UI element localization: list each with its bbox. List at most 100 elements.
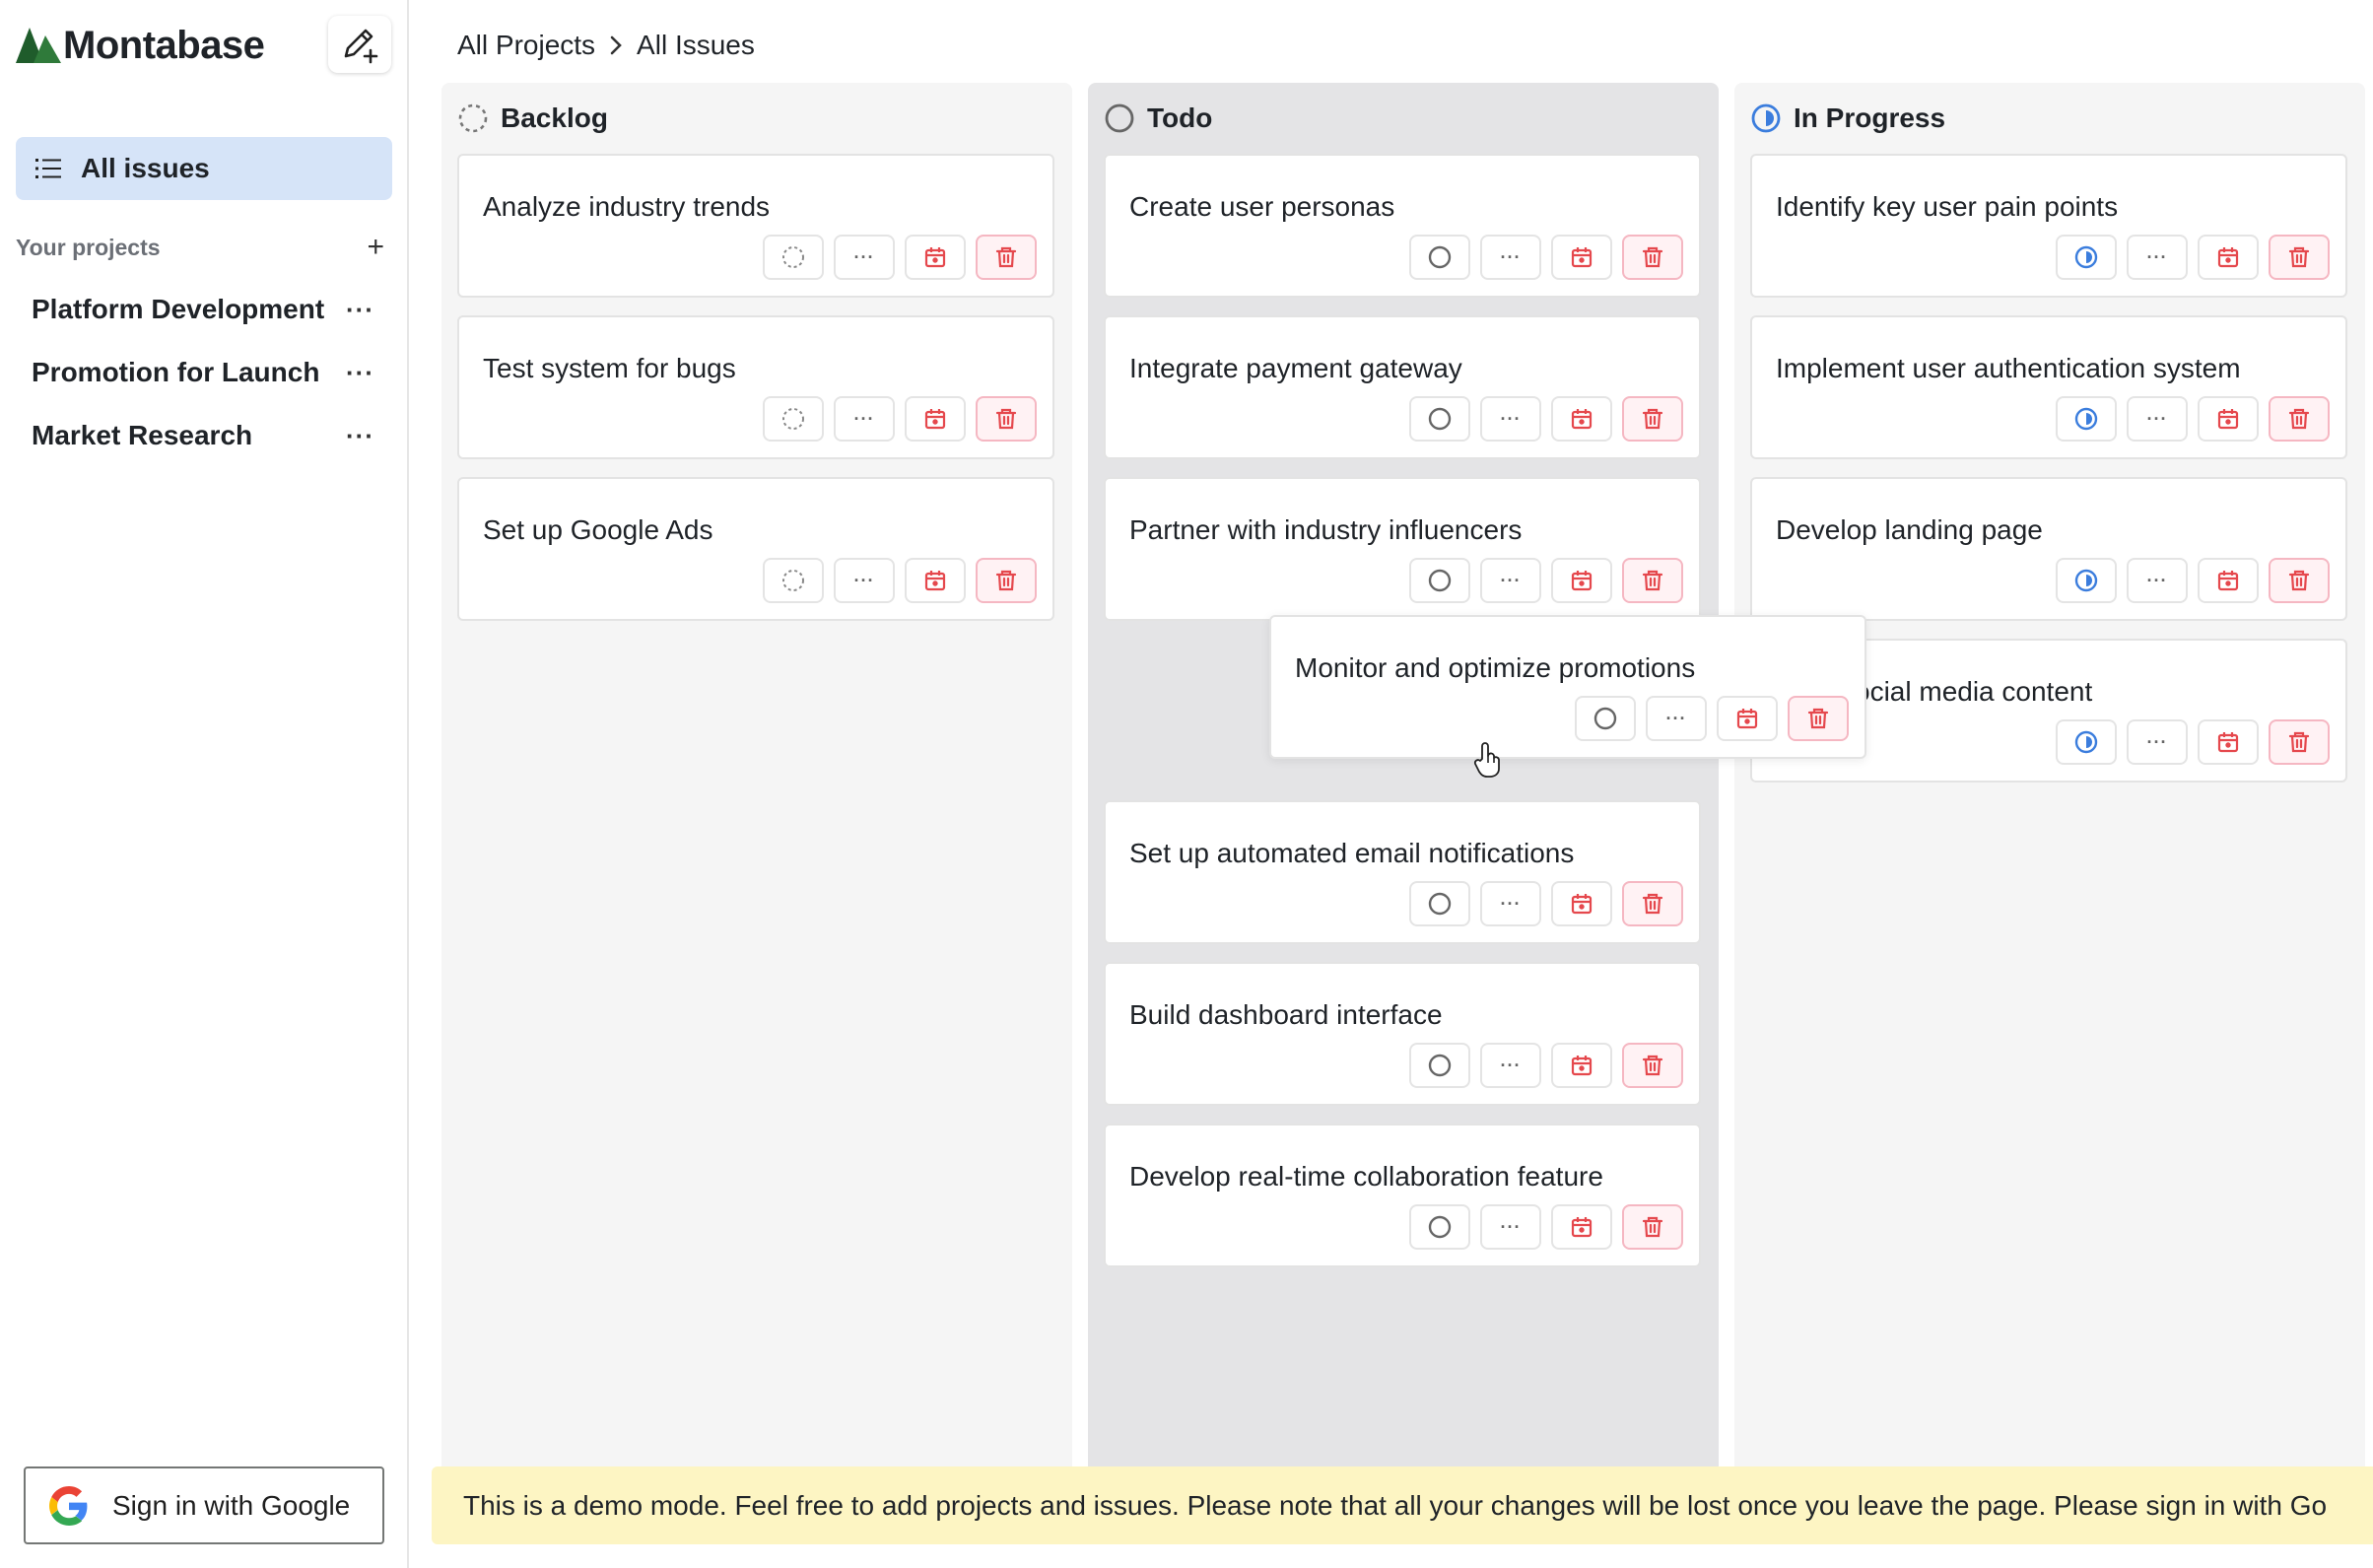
priority-button[interactable]: ··· <box>834 396 895 442</box>
priority-button[interactable]: ··· <box>1480 1043 1541 1088</box>
add-project-icon[interactable]: + <box>367 231 384 264</box>
priority-button[interactable]: ··· <box>1480 558 1541 603</box>
delete-button[interactable] <box>1622 396 1683 442</box>
status-button[interactable] <box>2056 719 2117 765</box>
issue-card[interactable]: Develop landing page ··· <box>1750 477 2347 621</box>
due-date-button[interactable] <box>1551 881 1612 926</box>
priority-button[interactable]: ··· <box>1480 1204 1541 1250</box>
delete-button[interactable] <box>2269 558 2330 603</box>
priority-button[interactable]: ··· <box>1480 235 1541 280</box>
priority-button[interactable]: ··· <box>2127 235 2188 280</box>
nav-all-issues[interactable]: All issues <box>16 137 392 200</box>
delete-button[interactable] <box>1788 696 1849 741</box>
delete-button[interactable] <box>1622 235 1683 280</box>
issue-card[interactable]: Implement user authentication system ··· <box>1750 315 2347 459</box>
priority-button[interactable]: ··· <box>834 558 895 603</box>
issue-actions: ··· <box>2056 719 2330 765</box>
issue-card[interactable]: Identify key user pain points ··· <box>1750 154 2347 298</box>
issue-card[interactable]: Create user personas ··· <box>1104 154 1701 298</box>
due-date-button[interactable] <box>2198 396 2259 442</box>
status-button[interactable] <box>2056 396 2117 442</box>
priority-button[interactable]: ··· <box>834 235 895 280</box>
issue-card[interactable]: Test system for bugs ··· <box>457 315 1054 459</box>
issue-title: Set up Google Ads <box>483 514 713 545</box>
project-menu-icon[interactable]: ··· <box>346 358 376 388</box>
due-date-button[interactable] <box>2198 558 2259 603</box>
due-date-button[interactable] <box>905 558 966 603</box>
due-date-button[interactable] <box>1551 396 1612 442</box>
delete-button[interactable] <box>2269 719 2330 765</box>
google-icon <box>49 1485 88 1526</box>
status-button[interactable] <box>1409 558 1470 603</box>
project-item[interactable]: Promotion for Launch ··· <box>32 348 376 397</box>
due-date-button[interactable] <box>1551 235 1612 280</box>
delete-button[interactable] <box>976 235 1037 280</box>
issue-card[interactable]: Integrate payment gateway ··· <box>1104 315 1701 459</box>
priority-button[interactable]: ··· <box>2127 558 2188 603</box>
due-date-button[interactable] <box>2198 719 2259 765</box>
breadcrumb-all-projects[interactable]: All Projects <box>457 30 595 61</box>
dragging-issue-card[interactable]: Monitor and optimize promotions ··· <box>1269 615 1866 759</box>
issue-card[interactable]: Set up automated email notifications ··· <box>1104 800 1701 944</box>
delete-button[interactable] <box>1622 1043 1683 1088</box>
issue-card[interactable]: Partner with industry influencers ··· <box>1104 477 1701 621</box>
issue-title: Develop real-time collaboration feature <box>1129 1161 1603 1192</box>
trash-icon <box>2288 408 2310 430</box>
priority-button[interactable]: ··· <box>1480 396 1541 442</box>
delete-button[interactable] <box>976 396 1037 442</box>
due-date-button[interactable] <box>2198 235 2259 280</box>
status-button[interactable] <box>1409 235 1470 280</box>
issue-card[interactable]: Analyze industry trends ··· <box>457 154 1054 298</box>
status-button[interactable] <box>1409 1204 1470 1250</box>
issue-actions: ··· <box>1409 1043 1683 1088</box>
half-circle-icon <box>2074 730 2098 754</box>
status-button[interactable] <box>1409 1043 1470 1088</box>
empty-circle-icon <box>1428 245 1452 269</box>
more-icon: ··· <box>2146 247 2168 267</box>
dashed-circle-icon <box>782 408 804 430</box>
due-date-button[interactable] <box>1551 558 1612 603</box>
calendar-icon <box>924 409 946 430</box>
status-button[interactable] <box>1409 881 1470 926</box>
delete-button[interactable] <box>1622 881 1683 926</box>
due-date-button[interactable] <box>1717 696 1778 741</box>
due-date-button[interactable] <box>1551 1043 1612 1088</box>
issue-card[interactable]: Build dashboard interface ··· <box>1104 962 1701 1106</box>
breadcrumb-all-issues[interactable]: All Issues <box>637 30 755 61</box>
priority-button[interactable]: ··· <box>2127 719 2188 765</box>
delete-button[interactable] <box>2269 235 2330 280</box>
priority-button[interactable]: ··· <box>1646 696 1707 741</box>
new-issue-button[interactable] <box>328 16 391 73</box>
due-date-button[interactable] <box>905 396 966 442</box>
delete-button[interactable] <box>976 558 1037 603</box>
issue-card[interactable]: Set up Google Ads ··· <box>457 477 1054 621</box>
project-item[interactable]: Market Research ··· <box>32 411 376 460</box>
project-menu-icon[interactable]: ··· <box>346 421 376 451</box>
status-button[interactable] <box>763 235 824 280</box>
due-date-button[interactable] <box>1551 1204 1612 1250</box>
status-button[interactable] <box>2056 235 2117 280</box>
trash-icon <box>1642 893 1663 915</box>
status-button[interactable] <box>1409 396 1470 442</box>
issue-card[interactable]: Develop real-time collaboration feature ·… <box>1104 1124 1701 1267</box>
calendar-icon <box>2217 732 2239 753</box>
google-sign-in-button[interactable]: Sign in with Google <box>24 1466 384 1544</box>
chevron-right-icon <box>609 34 623 56</box>
priority-button[interactable]: ··· <box>2127 396 2188 442</box>
pen-plus-icon <box>344 29 378 64</box>
status-button[interactable] <box>1575 696 1636 741</box>
app-logo[interactable]: Montabase <box>16 20 265 71</box>
delete-button[interactable] <box>1622 1204 1683 1250</box>
projects-header-label: Your projects <box>16 234 161 260</box>
priority-button[interactable]: ··· <box>1480 881 1541 926</box>
delete-button[interactable] <box>1622 558 1683 603</box>
status-button[interactable] <box>763 558 824 603</box>
status-button[interactable] <box>2056 558 2117 603</box>
delete-button[interactable] <box>2269 396 2330 442</box>
issue-title: Identify key user pain points <box>1776 191 2119 222</box>
due-date-button[interactable] <box>905 235 966 280</box>
issue-actions: ··· <box>763 558 1037 603</box>
project-menu-icon[interactable]: ··· <box>346 295 376 325</box>
status-button[interactable] <box>763 396 824 442</box>
project-item[interactable]: Platform Development ··· <box>32 285 376 334</box>
